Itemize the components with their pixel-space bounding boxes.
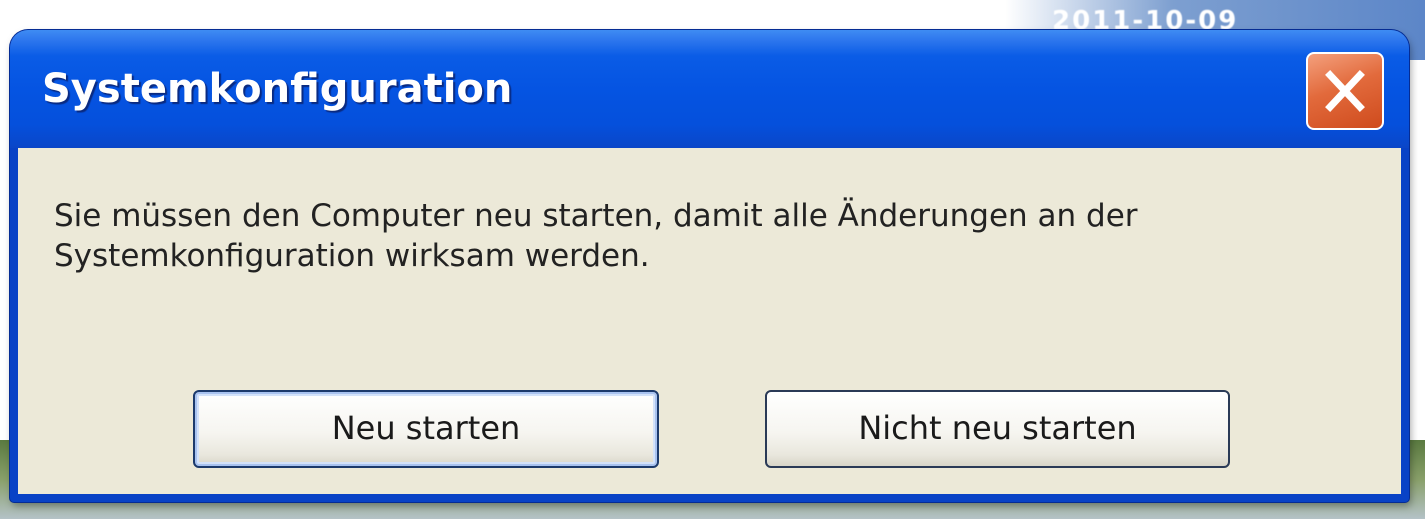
- close-icon: [1325, 70, 1365, 112]
- dialog-message: Sie müssen den Computer neu starten, dam…: [54, 196, 1394, 276]
- close-button[interactable]: [1306, 52, 1384, 130]
- desktop-background: 2011-10-09 Systemkonfiguration Sie müsse…: [0, 0, 1425, 519]
- dialog-title: Systemkonfiguration: [42, 66, 513, 112]
- dialog-titlebar[interactable]: Systemkonfiguration: [10, 30, 1409, 148]
- dont-restart-button[interactable]: Nicht neu starten: [765, 390, 1230, 468]
- restart-button[interactable]: Neu starten: [193, 390, 659, 468]
- system-configuration-dialog: Systemkonfiguration Sie müssen den Compu…: [10, 30, 1409, 502]
- dialog-message-line-1: Sie müssen den Computer neu starten, dam…: [54, 198, 1138, 234]
- dialog-body: Sie müssen den Computer neu starten, dam…: [18, 148, 1401, 494]
- dialog-message-line-2: Systemkonfiguration wirksam werden.: [54, 238, 650, 274]
